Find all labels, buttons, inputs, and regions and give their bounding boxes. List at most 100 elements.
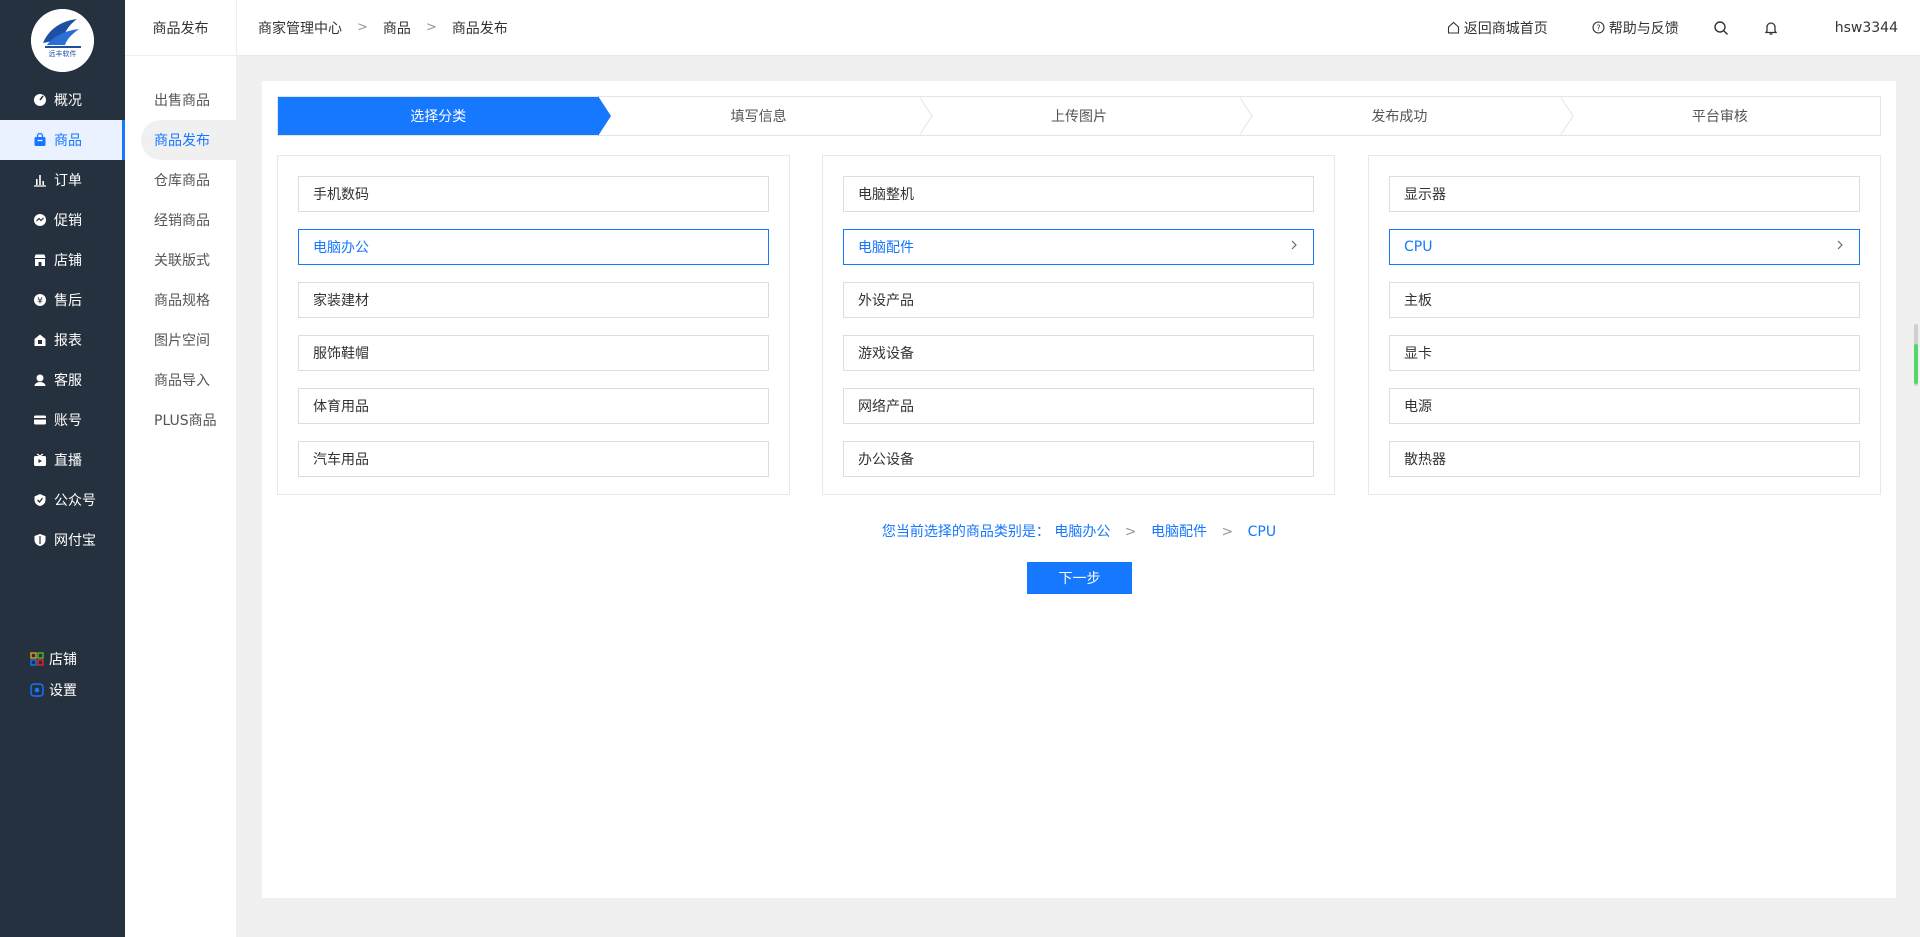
official-account-icon (32, 492, 48, 508)
category-option-label: 主板 (1404, 293, 1432, 309)
sidebar-item-label: 公众号 (54, 493, 96, 509)
step-label: 上传图片 (1051, 109, 1108, 125)
chevron-right-icon: > (1124, 524, 1137, 540)
sidebar-item-orders[interactable]: 订单 (0, 160, 125, 200)
sidebar-item-wangfubao[interactable]: 网付宝 (0, 520, 125, 560)
subnav-item-publish[interactable]: 商品发布 (141, 120, 236, 160)
sidebar-bottom-store[interactable]: 店铺 (0, 643, 125, 674)
category-option-label: 显示器 (1404, 187, 1446, 203)
sidebar-item-store[interactable]: 店铺 (0, 240, 125, 280)
header-actions: 返回商城首页 ? 帮助与反馈 hsw3344 (1403, 17, 1898, 38)
category-option[interactable]: 显卡 (1389, 335, 1860, 371)
sidebar-item-label: 售后 (54, 293, 82, 309)
sidebar-item-label: 网付宝 (54, 533, 96, 549)
category-option[interactable]: 网络产品 (843, 388, 1314, 424)
category-option-label: 网络产品 (858, 399, 914, 415)
step-select-category: 选择分类 (278, 96, 612, 136)
subnav-item-for-sale[interactable]: 出售商品 (125, 80, 236, 120)
step-label: 发布成功 (1371, 109, 1428, 125)
sidebar-item-official-account[interactable]: 公众号 (0, 480, 125, 520)
subnav-item-image-space[interactable]: 图片空间 (125, 320, 236, 360)
category-option-selected[interactable]: 电脑办公 (298, 229, 769, 265)
sidebar-item-support[interactable]: 客服 (0, 360, 125, 400)
category-column-level2: 电脑整机 电脑配件 外设产品 游戏设备 网络产品 办公设备 (822, 155, 1335, 495)
sidebar-item-goods[interactable]: 商品 (0, 120, 125, 160)
selection-prefix: 您当前选择的商品类别是： (881, 524, 1050, 540)
subnav-item-specs[interactable]: 商品规格 (125, 280, 236, 320)
category-option[interactable]: 汽车用品 (298, 441, 769, 477)
sidebar-bottom-settings[interactable]: 设置 (0, 674, 125, 705)
sidebar-item-live[interactable]: 直播 (0, 440, 125, 480)
category-option[interactable]: 服饰鞋帽 (298, 335, 769, 371)
category-option[interactable]: 体育用品 (298, 388, 769, 424)
sidebar-item-label: 账号 (54, 413, 82, 429)
category-option-label: 家装建材 (313, 293, 369, 309)
category-option-label: 电脑办公 (313, 240, 369, 256)
category-option[interactable]: 游戏设备 (843, 335, 1314, 371)
svg-text:¥: ¥ (37, 297, 43, 307)
chevron-right-icon: > (425, 20, 437, 35)
brand-logo[interactable]: 远丰软件 (31, 9, 94, 72)
step-label: 填写信息 (730, 109, 787, 125)
sidebar-item-aftersale[interactable]: ¥ 售后 (0, 280, 125, 320)
sidebar-item-label: 订单 (54, 173, 82, 189)
help-icon: ? (1592, 21, 1605, 34)
category-option[interactable]: 显示器 (1389, 176, 1860, 212)
help-link[interactable]: ? 帮助与反馈 (1592, 18, 1679, 38)
category-option[interactable]: 电源 (1389, 388, 1860, 424)
next-step-button[interactable]: 下一步 (1027, 562, 1132, 594)
category-option[interactable]: 手机数码 (298, 176, 769, 212)
chevron-right-icon (1289, 239, 1299, 255)
breadcrumb-item[interactable]: 商品 (383, 18, 411, 38)
subnav-item-warehouse[interactable]: 仓库商品 (125, 160, 236, 200)
subnav-item-related-template[interactable]: 关联版式 (125, 240, 236, 280)
category-option[interactable]: 主板 (1389, 282, 1860, 318)
category-option[interactable]: 外设产品 (843, 282, 1314, 318)
step-platform-review: 平台审核 (1560, 97, 1880, 135)
selected-category-path: 您当前选择的商品类别是： 电脑办公 > 电脑配件 > CPU (262, 521, 1896, 541)
search-icon[interactable] (1713, 20, 1729, 36)
account-icon (32, 412, 48, 428)
home-link-label: 返回商城首页 (1463, 20, 1548, 37)
main-sidebar: 远丰软件 概况 商品 订单 促销 店铺 ¥ 售后 报表 客服 账号 直播 公众号… (0, 0, 125, 937)
step-bar: 选择分类 填写信息 上传图片 发布成功 平台审核 (277, 96, 1881, 136)
sidebar-item-promo[interactable]: 促销 (0, 200, 125, 240)
breadcrumb-item[interactable]: 商家管理中心 (258, 18, 342, 38)
category-column-level1: 手机数码 电脑办公 家装建材 服饰鞋帽 体育用品 汽车用品 (277, 155, 790, 495)
logo-text: 远丰软件 (49, 49, 77, 58)
shield-pay-icon (32, 532, 48, 548)
category-option[interactable]: 电脑整机 (843, 176, 1314, 212)
category-option-label: 游戏设备 (858, 346, 914, 362)
username: hsw3344 (1834, 19, 1898, 36)
grid-icon (29, 651, 45, 667)
category-option[interactable]: 家装建材 (298, 282, 769, 318)
user-menu[interactable]: hsw3344 (1810, 17, 1898, 38)
scrollbar-thumb[interactable] (1912, 324, 1920, 386)
sidebar-item-label: 概况 (54, 93, 82, 109)
help-link-label: 帮助与反馈 (1608, 20, 1679, 37)
dashboard-icon (32, 92, 48, 108)
category-option[interactable]: 办公设备 (843, 441, 1314, 477)
avatar (1810, 17, 1831, 38)
subnav-item-distribution[interactable]: 经销商品 (125, 200, 236, 240)
category-column-level3: 显示器 CPU 主板 显卡 电源 散热器 (1368, 155, 1881, 495)
step-label: 平台审核 (1691, 109, 1748, 125)
sidebar-item-report[interactable]: 报表 (0, 320, 125, 360)
category-option-selected[interactable]: CPU (1389, 229, 1860, 265)
sidebar-item-label: 客服 (54, 373, 82, 389)
subnav-item-plus[interactable]: PLUS商品 (125, 400, 236, 440)
category-option-label: 外设产品 (858, 293, 914, 309)
home-link[interactable]: 返回商城首页 (1447, 18, 1548, 38)
bell-icon[interactable] (1763, 20, 1779, 36)
subnav-item-import[interactable]: 商品导入 (125, 360, 236, 400)
sidebar-item-label: 直播 (54, 453, 82, 469)
category-option-selected[interactable]: 电脑配件 (843, 229, 1314, 265)
home-icon (1447, 21, 1460, 34)
category-option[interactable]: 散热器 (1389, 441, 1860, 477)
support-icon (32, 372, 48, 388)
sidebar-item-account[interactable]: 账号 (0, 400, 125, 440)
step-publish-success: 发布成功 (1239, 96, 1574, 136)
sidebar-item-overview[interactable]: 概况 (0, 80, 125, 120)
sidebar-bottom: 店铺 设置 (0, 643, 125, 705)
category-option-label: 显卡 (1404, 346, 1432, 362)
